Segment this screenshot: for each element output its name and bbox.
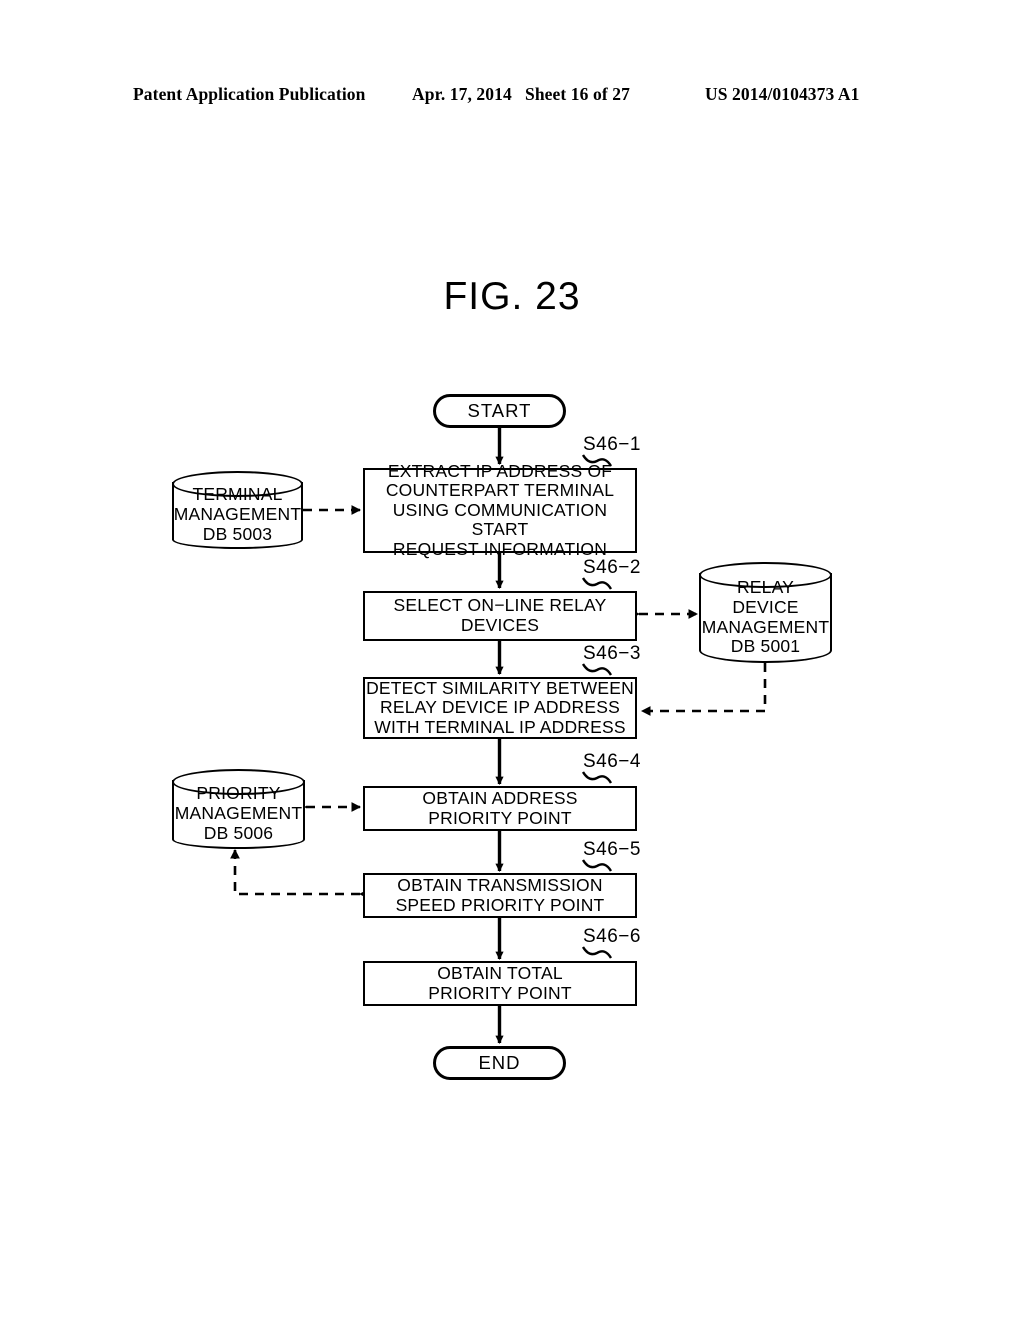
flow-node-end: END	[433, 1046, 566, 1080]
flow-node-step-s46-2: SELECT ON−LINE RELAY DEVICES	[363, 591, 637, 641]
step-label-s46-2: S46−2	[583, 557, 641, 578]
flowchart-diagram: START EXTRACT IP ADDRESS OF COUNTERPART …	[0, 0, 1024, 1320]
flow-node-step-s46-6: OBTAIN TOTAL PRIORITY POINT	[363, 961, 637, 1006]
dashed-arrow-step5-priority-db	[230, 849, 369, 899]
database-priority-management: PRIORITY MANAGEMENT DB 5006	[172, 769, 305, 849]
step-label-s46-4: S46−4	[583, 751, 641, 772]
flow-node-step-s46-4: OBTAIN ADDRESS PRIORITY POINT	[363, 786, 637, 831]
database-terminal-management-label: TERMINAL MANAGEMENT DB 5003	[173, 484, 302, 544]
step-label-s46-1: S46−1	[583, 434, 641, 455]
step-label-s46-5: S46−5	[583, 839, 641, 860]
step-label-s46-6: S46−6	[583, 926, 641, 947]
flow-node-step-s46-5: OBTAIN TRANSMISSION SPEED PRIORITY POINT	[363, 873, 637, 918]
database-relay-device-management: RELAY DEVICE MANAGEMENT DB 5001	[699, 562, 832, 663]
database-relay-device-management-label: RELAY DEVICE MANAGEMENT DB 5001	[701, 576, 830, 657]
dashed-arrow-relay-db-to-step3	[641, 663, 767, 716]
flow-node-step-s46-3: DETECT SIMILARITY BETWEEN RELAY DEVICE I…	[363, 677, 637, 739]
step-label-s46-3: S46−3	[583, 643, 641, 664]
flow-node-start: START	[433, 394, 566, 428]
flowchart-connectors	[230, 428, 767, 1044]
database-terminal-management: TERMINAL MANAGEMENT DB 5003	[172, 471, 303, 549]
database-priority-management-label: PRIORITY MANAGEMENT DB 5006	[174, 783, 303, 843]
flow-node-step-s46-1: EXTRACT IP ADDRESS OF COUNTERPART TERMIN…	[363, 461, 637, 559]
